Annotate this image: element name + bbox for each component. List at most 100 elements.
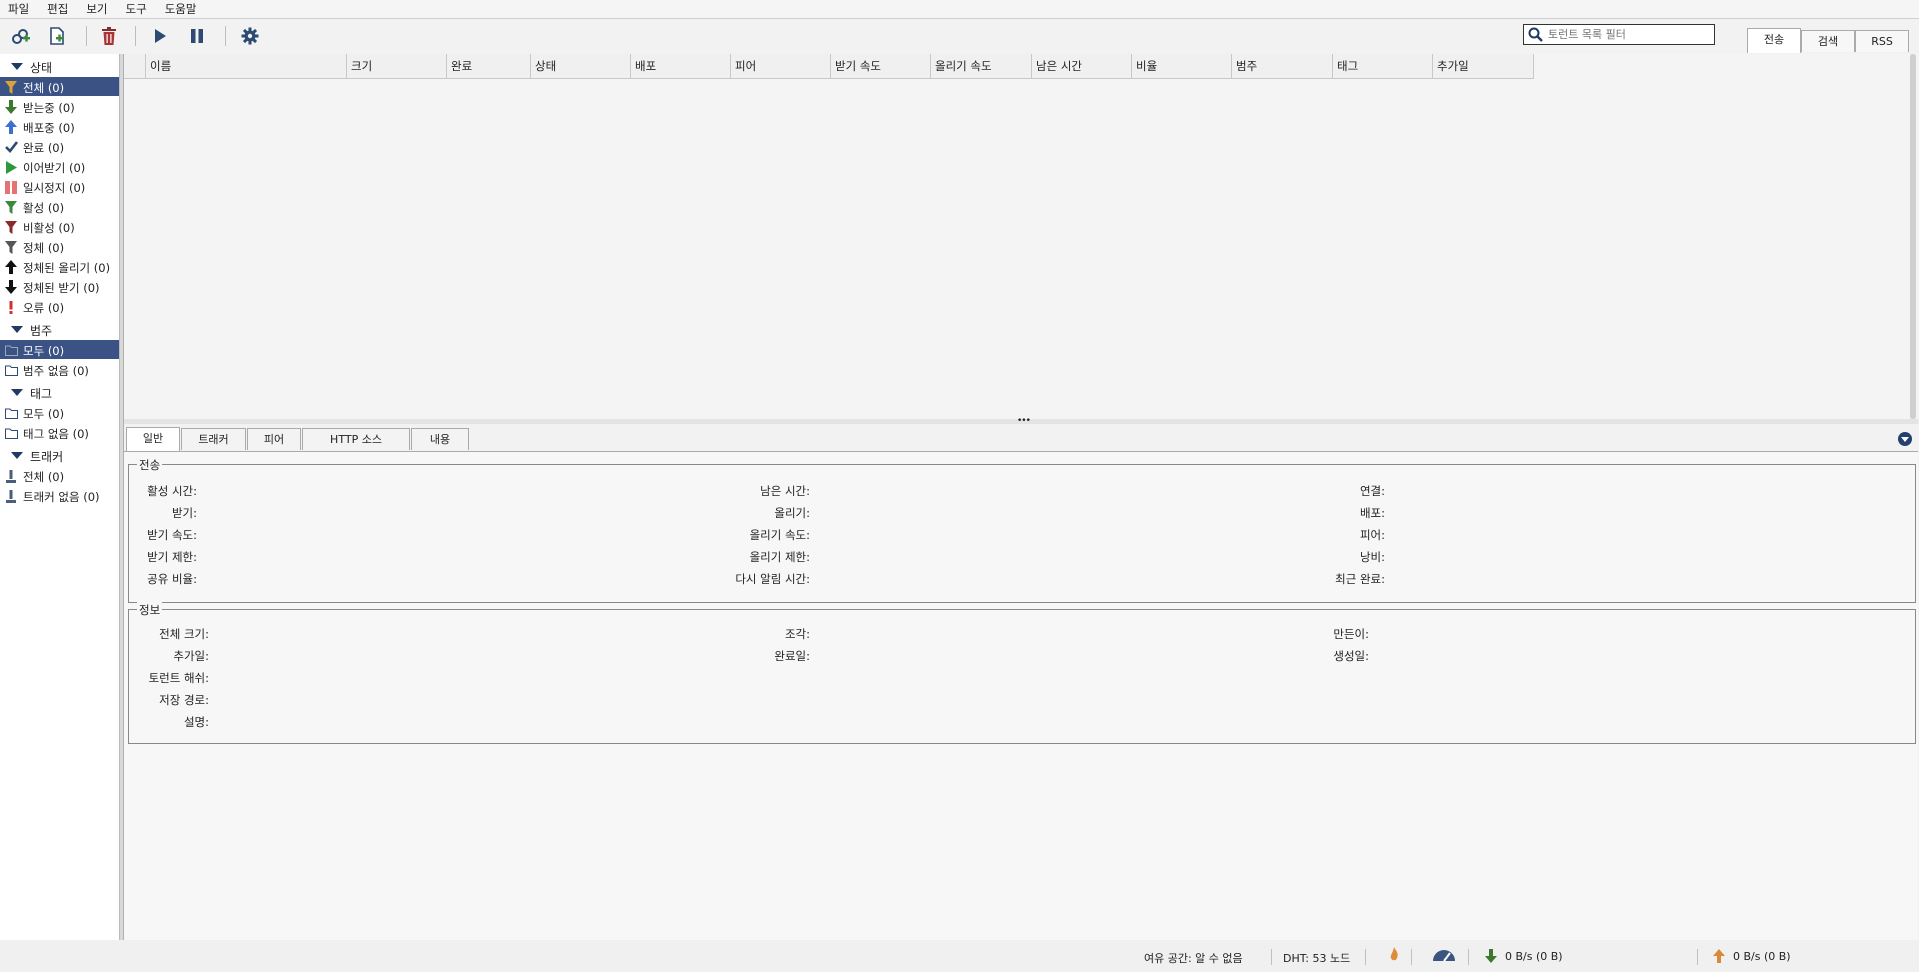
tab-peers[interactable]: 피어 bbox=[247, 428, 301, 450]
sidebar-item-tag-all[interactable]: 모두 (0) bbox=[0, 403, 119, 422]
folder-icon bbox=[4, 406, 18, 420]
field-last-seen-complete: 최근 완료: bbox=[1335, 572, 1385, 586]
delete-button[interactable] bbox=[97, 24, 121, 48]
field-share-ratio: 공유 비율: bbox=[147, 572, 197, 586]
checkmark-icon bbox=[4, 140, 18, 154]
tab-transfers[interactable]: 전송 bbox=[1747, 28, 1801, 53]
arrow-down-black-icon bbox=[4, 280, 18, 294]
column-header-seeds[interactable]: 배포 bbox=[631, 54, 731, 79]
download-speed-label[interactable]: 0 B/s (0 B) bbox=[1505, 950, 1563, 963]
sidebar-item-resumed[interactable]: 이어받기 (0) bbox=[0, 157, 119, 176]
field-download-limit: 받기 제한: bbox=[147, 550, 197, 564]
column-header-check[interactable] bbox=[124, 54, 146, 79]
tab-rss[interactable]: RSS bbox=[1855, 30, 1909, 52]
sidebar-item-inactive[interactable]: 비활성 (0) bbox=[0, 217, 119, 236]
field-added-on: 추가일: bbox=[173, 649, 209, 663]
field-peers: 피어: bbox=[1359, 528, 1385, 542]
menu-view[interactable]: 보기 bbox=[78, 0, 117, 17]
field-created-on: 생성일: bbox=[1333, 649, 1369, 663]
search-input[interactable] bbox=[1548, 26, 1708, 42]
sidebar-item-downloading[interactable]: 받는중 (0) bbox=[0, 97, 119, 116]
sidebar-item-uncategorized[interactable]: 범주 없음 (0) bbox=[0, 360, 119, 379]
tag-section-header[interactable]: 태그 bbox=[0, 383, 119, 401]
menu-file[interactable]: 파일 bbox=[0, 0, 39, 17]
arrow-up-black-icon bbox=[4, 260, 18, 274]
field-torrent-hash: 토런트 해쉬: bbox=[148, 671, 209, 685]
arrow-up-icon bbox=[4, 120, 18, 134]
field-upload-speed: 올리기 속도: bbox=[749, 528, 810, 542]
column-header-peers[interactable]: 피어 bbox=[731, 54, 831, 79]
tab-search[interactable]: 검색 bbox=[1801, 30, 1855, 52]
folder-icon bbox=[4, 343, 18, 357]
collapse-arrow-icon bbox=[11, 63, 23, 70]
column-header-added-on[interactable]: 추가일 bbox=[1433, 54, 1534, 79]
sidebar-item-errored[interactable]: 오류 (0) bbox=[0, 297, 119, 316]
sidebar-item-active[interactable]: 활성 (0) bbox=[0, 197, 119, 216]
sidebar-item-category-all[interactable]: 모두 (0) bbox=[0, 340, 119, 359]
panel-splitter[interactable]: ••• bbox=[124, 416, 1918, 426]
field-comment: 설명: bbox=[183, 715, 209, 729]
error-icon bbox=[4, 300, 18, 314]
column-header-download-speed[interactable]: 받기 속도 bbox=[831, 54, 931, 79]
sidebar-item-stalled-uploading[interactable]: 정체된 올리기 (0) bbox=[0, 257, 119, 276]
sidebar-item-stalled[interactable]: 정체 (0) bbox=[0, 237, 119, 256]
tracker-icon bbox=[4, 489, 18, 503]
tab-http-sources[interactable]: HTTP 소스 bbox=[302, 428, 410, 450]
arrow-down-icon bbox=[4, 100, 18, 114]
torrent-filter-search[interactable] bbox=[1523, 24, 1715, 45]
add-link-icon bbox=[12, 29, 30, 44]
speed-limits-toggle-icon[interactable] bbox=[1431, 947, 1457, 966]
menu-tools[interactable]: 도구 bbox=[118, 0, 157, 17]
sidebar-item-seeding[interactable]: 배포중 (0) bbox=[0, 117, 119, 136]
transfer-group-title: 전송 bbox=[137, 457, 163, 473]
column-header-progress[interactable]: 완료 bbox=[447, 54, 531, 79]
menu-help[interactable]: 도움말 bbox=[157, 0, 207, 17]
menu-edit[interactable]: 편집 bbox=[39, 0, 78, 17]
column-header-size[interactable]: 크기 bbox=[347, 54, 447, 79]
play-icon bbox=[155, 29, 166, 43]
torrent-list-scrollbar[interactable] bbox=[1910, 54, 1916, 419]
field-total-size: 전체 크기: bbox=[159, 627, 209, 641]
free-space-label: 여유 공간: 알 수 없음 bbox=[1144, 952, 1243, 965]
upload-speed-label[interactable]: 0 B/s (0 B) bbox=[1733, 950, 1791, 963]
field-eta: 남은 시간: bbox=[760, 484, 810, 498]
column-header-eta[interactable]: 남은 시간 bbox=[1032, 54, 1132, 79]
column-header-upload-speed[interactable]: 올리기 속도 bbox=[931, 54, 1032, 79]
category-section-header[interactable]: 범주 bbox=[0, 320, 119, 338]
tab-trackers[interactable]: 트래커 bbox=[181, 428, 246, 450]
tracker-section-header[interactable]: 트래커 bbox=[0, 446, 119, 464]
sidebar-item-paused[interactable]: 일시정지 (0) bbox=[0, 177, 119, 196]
add-torrent-file-button[interactable] bbox=[45, 24, 69, 48]
folder-icon bbox=[4, 426, 18, 440]
upload-speed-icon bbox=[1713, 949, 1725, 966]
torrent-list-header: 이름 크기 완료 상태 배포 피어 받기 속도 올리기 속도 남은 시간 비율 … bbox=[124, 54, 1534, 79]
column-header-name[interactable]: 이름 bbox=[146, 54, 347, 79]
tab-general[interactable]: 일반 bbox=[126, 427, 180, 451]
filter-stalled-icon bbox=[4, 240, 18, 254]
scrollbar-thumb[interactable] bbox=[1910, 54, 1916, 419]
resume-button[interactable] bbox=[148, 24, 172, 48]
filter-inactive-icon bbox=[4, 220, 18, 234]
sidebar-item-stalled-downloading[interactable]: 정체된 받기 (0) bbox=[0, 277, 119, 296]
tab-content[interactable]: 내용 bbox=[411, 428, 469, 450]
options-button[interactable] bbox=[238, 24, 262, 48]
sidebar-item-trackerless[interactable]: 트래커 없음 (0) bbox=[0, 486, 119, 505]
pause-button[interactable] bbox=[185, 24, 209, 48]
field-reannounce: 다시 알림 시간: bbox=[735, 572, 810, 586]
sidebar-item-tracker-all[interactable]: 전체 (0) bbox=[0, 466, 119, 485]
column-header-ratio[interactable]: 비율 bbox=[1132, 54, 1232, 79]
sidebar-item-untagged[interactable]: 태그 없음 (0) bbox=[0, 423, 119, 442]
pause-icon bbox=[4, 180, 18, 194]
column-header-tags[interactable]: 태그 bbox=[1333, 54, 1433, 79]
add-torrent-link-button[interactable] bbox=[9, 24, 33, 48]
column-header-status[interactable]: 상태 bbox=[531, 54, 631, 79]
download-speed-icon bbox=[1485, 949, 1497, 966]
sidebar-item-all[interactable]: 전체 (0) bbox=[0, 77, 119, 96]
sidebar-item-completed[interactable]: 완료 (0) bbox=[0, 137, 119, 156]
status-section-header[interactable]: 상태 bbox=[0, 57, 119, 75]
collapse-panel-button[interactable] bbox=[1898, 432, 1912, 446]
filter-active-icon bbox=[4, 200, 18, 214]
column-header-category[interactable]: 범주 bbox=[1232, 54, 1333, 79]
connection-status-icon[interactable] bbox=[1389, 947, 1399, 966]
torrent-list: 이름 크기 완료 상태 배포 피어 받기 속도 올리기 속도 남은 시간 비율 … bbox=[124, 54, 1918, 419]
